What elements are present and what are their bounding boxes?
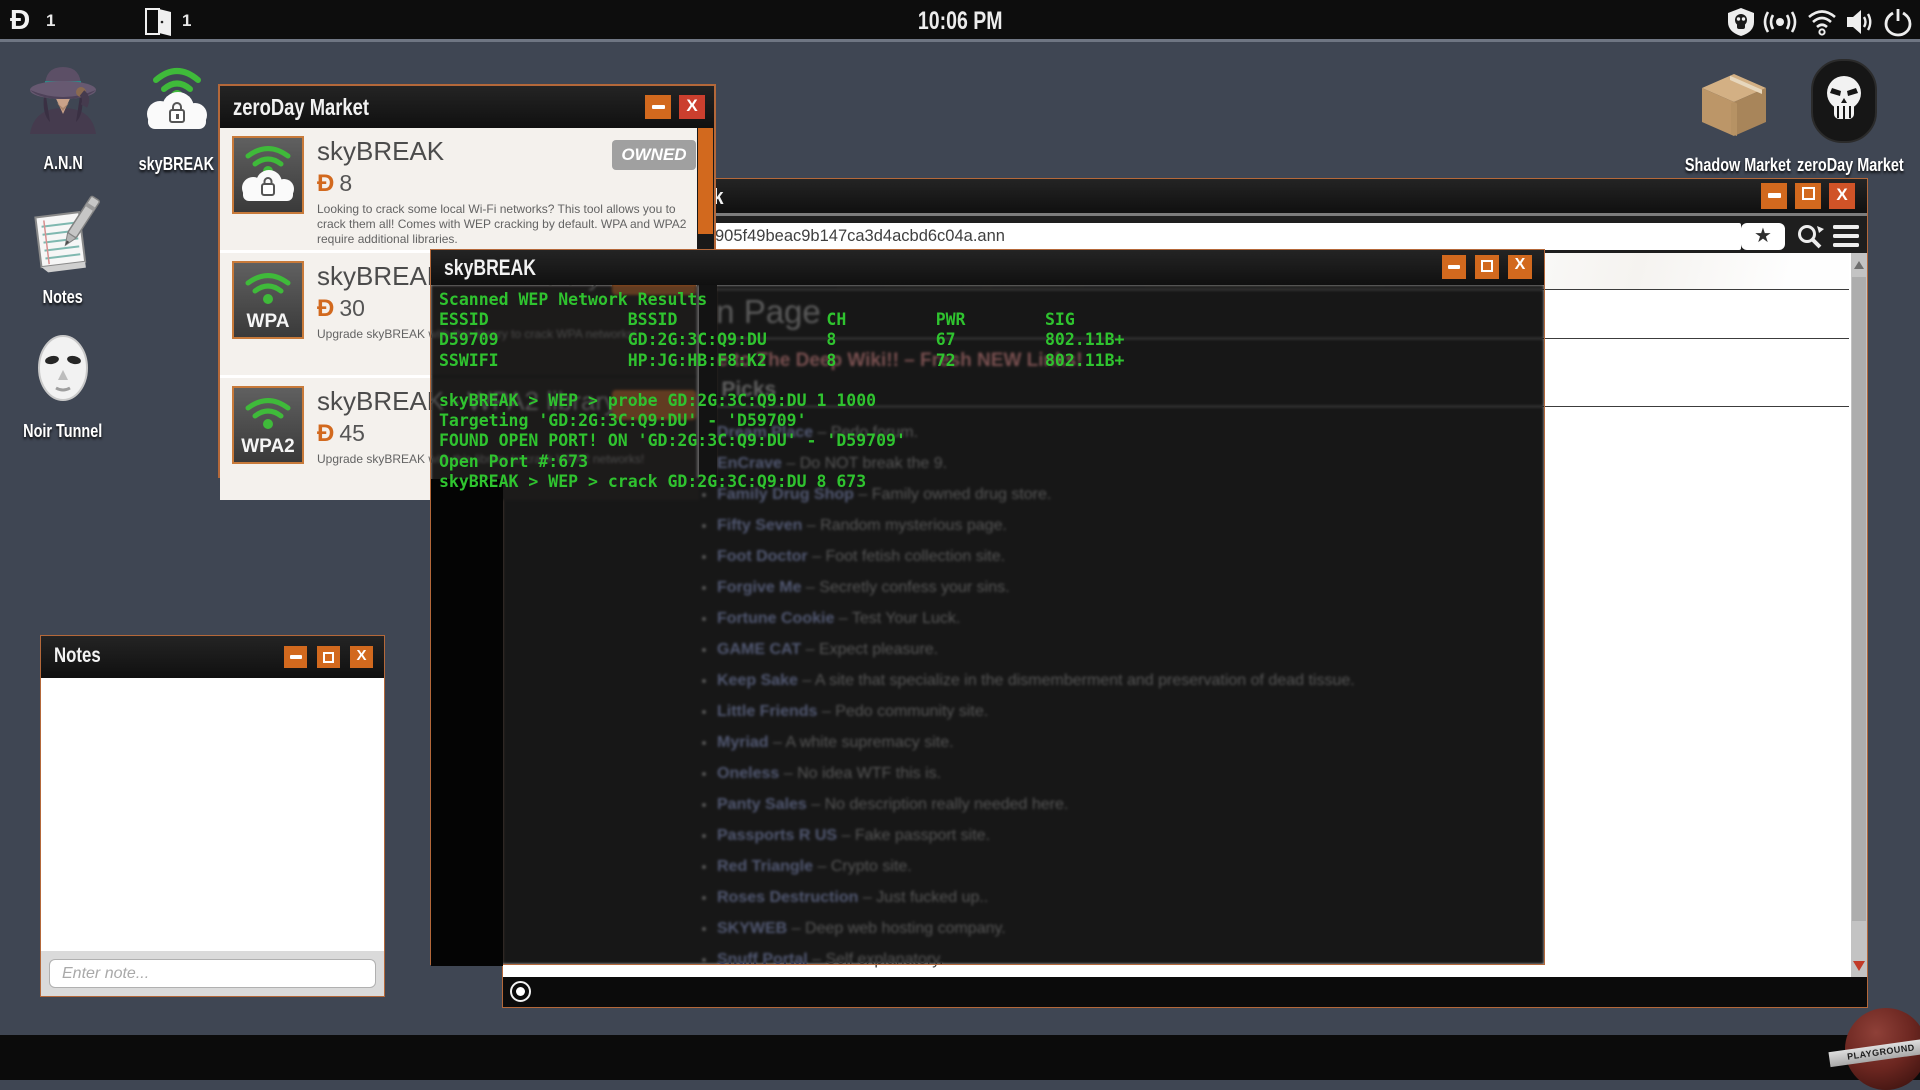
notes-title: Notes xyxy=(54,644,101,667)
skybreak-terminal-window: skyBREAK X Scanned WEP Network Results E… xyxy=(430,249,1545,966)
note-input[interactable] xyxy=(49,959,376,988)
product-card-skybreak[interactable]: skyBREAK Ð8 OWNED Looking to crack some … xyxy=(220,128,699,250)
zeroday-scrollbar-thumb[interactable] xyxy=(698,128,713,234)
zeroday-titlebar[interactable]: zeroDay Market X xyxy=(220,86,714,128)
ann-detective-icon xyxy=(30,67,96,134)
doscoin-price-icon: Ð xyxy=(317,420,335,447)
desktop-icon-zeroday-market[interactable] xyxy=(1810,58,1878,149)
product-price: 30 xyxy=(339,295,365,321)
desktop-label-zeroday-market: zeroDay Market xyxy=(1797,154,1904,175)
wifi-icon[interactable] xyxy=(1806,7,1838,42)
svg-text:WPA2: WPA2 xyxy=(241,436,294,457)
desktop-label-notes: Notes xyxy=(42,286,84,307)
desktop-label-noir-tunnel: Noir Tunnel xyxy=(23,420,103,441)
notes-titlebar[interactable]: Notes X xyxy=(41,636,384,678)
owned-badge: OWNED xyxy=(612,140,696,170)
doscoin-price-icon: Ð xyxy=(317,295,335,322)
record-dot xyxy=(515,986,525,996)
notes-body[interactable] xyxy=(41,678,384,951)
shadow-market-box-icon xyxy=(1702,74,1766,136)
speaker-icon[interactable] xyxy=(1845,7,1875,42)
zeroday-title: zeroDay Market xyxy=(233,94,370,120)
notes-icon xyxy=(34,195,100,273)
star-icon: ★ xyxy=(1754,225,1772,247)
notes-window: Notes X xyxy=(40,635,385,997)
power-icon[interactable] xyxy=(1884,7,1912,42)
doscoin-price-icon: Ð xyxy=(317,170,335,197)
noir-mask-icon xyxy=(38,335,88,401)
desktop-label-ann: A.N.N xyxy=(43,152,83,173)
product-name: skyBREAK xyxy=(317,136,445,166)
broadcast-icon[interactable] xyxy=(1763,7,1797,42)
svg-text:WPA: WPA xyxy=(247,311,290,332)
terminal-output: Scanned WEP Network Results ESSID BSSID … xyxy=(439,290,1125,491)
notes-input-strip xyxy=(41,951,384,996)
shield-security-icon[interactable] xyxy=(1727,7,1755,42)
record-button[interactable] xyxy=(510,981,531,1002)
scroll-up-arrow[interactable] xyxy=(1854,261,1864,269)
menu-hamburger-icon[interactable] xyxy=(1833,224,1859,253)
desktop-icon-skybreak[interactable] xyxy=(138,58,216,141)
top-status-bar: Ð 1 1 10:06 PM xyxy=(0,0,1920,42)
zeroday-close-button[interactable]: X xyxy=(679,95,705,119)
terminal-close-button[interactable]: X xyxy=(1508,255,1532,279)
notes-close-button[interactable]: X xyxy=(350,646,373,668)
taskbar[interactable] xyxy=(0,1035,1920,1080)
clock: 10:06 PM xyxy=(917,7,1003,35)
bookmark-star-button[interactable]: ★ xyxy=(1741,223,1785,250)
notes-minimize-button[interactable] xyxy=(284,646,307,668)
desktop-icon-noir-tunnel[interactable] xyxy=(32,330,94,413)
product-icon-wpa2: WPA2 xyxy=(232,386,304,464)
browser-bottom-bar xyxy=(503,977,1867,1007)
desktop-icon-shadow-market[interactable] xyxy=(1695,66,1773,143)
terminal-body-opaque-region xyxy=(431,479,503,966)
browser-minimize-button[interactable] xyxy=(1761,183,1787,209)
product-icon-skybreak xyxy=(232,136,304,214)
terminal-title: skyBREAK xyxy=(444,255,536,280)
browser-scrollbar[interactable] xyxy=(1851,253,1867,979)
product-price: 45 xyxy=(339,420,365,446)
desktop-icon-notes[interactable] xyxy=(26,192,104,279)
browser-maximize-button[interactable] xyxy=(1795,183,1821,209)
scroll-down-arrow[interactable] xyxy=(1853,961,1865,971)
zeroday-skull-icon xyxy=(1811,59,1877,143)
desktop-label-skybreak: skyBREAK xyxy=(138,153,214,174)
playground-logo: PLAYGROUND xyxy=(1828,1008,1920,1090)
notes-maximize-button[interactable] xyxy=(317,646,340,668)
terminal-titlebar[interactable]: skyBREAK X xyxy=(431,250,1544,285)
skybreak-cloud-icon xyxy=(147,68,207,129)
desktop-icon-ann[interactable] xyxy=(24,56,102,139)
product-price: 8 xyxy=(339,170,353,196)
product-icon-wpa: WPA xyxy=(232,261,304,339)
terminal-minimize-button[interactable] xyxy=(1442,255,1466,279)
browser-close-button[interactable]: X xyxy=(1829,183,1855,209)
product-description: Looking to crack some local Wi-Fi networ… xyxy=(317,202,687,246)
search-zoom-icon[interactable] xyxy=(1795,222,1825,257)
zeroday-minimize-button[interactable] xyxy=(645,95,671,119)
scrollbar-thumb[interactable] xyxy=(1852,277,1866,921)
terminal-maximize-button[interactable] xyxy=(1475,255,1499,279)
desktop-label-shadow-market: Shadow Market xyxy=(1684,154,1791,175)
